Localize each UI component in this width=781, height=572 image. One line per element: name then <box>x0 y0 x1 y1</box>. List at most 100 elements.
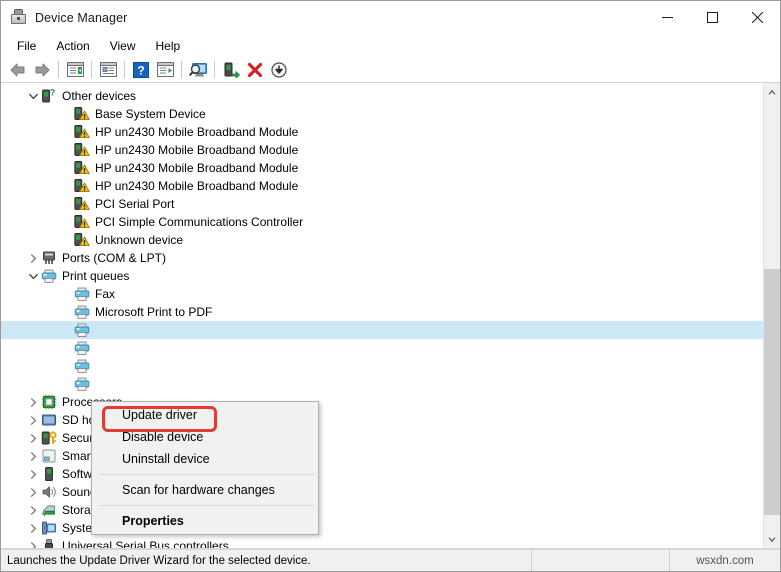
chevron-right-icon[interactable] <box>25 429 41 447</box>
processor-icon <box>41 394 57 410</box>
warning-device-icon <box>74 142 90 158</box>
toolbar: ? <box>1 57 780 83</box>
back-button[interactable] <box>6 59 30 81</box>
tree-item-label: Microsoft Print to PDF <box>95 305 213 319</box>
context-menu-item-disable-device[interactable]: Disable device <box>92 426 318 448</box>
warning-device-icon <box>74 124 90 140</box>
down-arrow-circle-icon[interactable] <box>267 59 291 81</box>
tree-item-label: Fax <box>95 287 116 301</box>
chevron-right-icon[interactable] <box>25 411 41 429</box>
context-menu-item-update-driver[interactable]: Update driver <box>92 404 318 426</box>
green-arrow-device-icon[interactable] <box>219 59 243 81</box>
status-bar: Launches the Update Driver Wizard for th… <box>1 549 780 571</box>
warning-device-icon <box>74 160 90 176</box>
tree-item[interactable] <box>1 321 763 339</box>
printer-icon <box>74 322 90 338</box>
warning-device-icon <box>74 232 90 248</box>
tree-item[interactable]: HP un2430 Mobile Broadband Module <box>1 123 763 141</box>
chevron-right-icon[interactable] <box>25 447 41 465</box>
close-button[interactable] <box>735 1 780 33</box>
tree-item-label: Other devices <box>62 89 137 103</box>
security-key-icon <box>41 430 57 446</box>
chevron-right-icon[interactable] <box>25 537 41 548</box>
tree-item-label: Unknown device <box>95 233 184 247</box>
monitor-magnifier-icon[interactable] <box>186 59 210 81</box>
tree-item[interactable]: ? Other devices <box>1 87 763 105</box>
chevron-right-icon[interactable] <box>25 393 41 411</box>
printer-icon <box>41 268 57 284</box>
warning-device-icon <box>74 196 90 212</box>
tree-item[interactable]: Ports (COM & LPT) <box>1 249 763 267</box>
scroll-up-arrow-icon[interactable] <box>764 83 780 100</box>
tree-item[interactable]: PCI Serial Port <box>1 195 763 213</box>
sd-host-icon <box>41 412 57 428</box>
menu-bar: File Action View Help <box>1 34 780 57</box>
menu-view[interactable]: View <box>100 36 146 56</box>
properties-window-icon[interactable] <box>96 59 120 81</box>
context-menu-item-uninstall-device[interactable]: Uninstall device <box>92 448 318 470</box>
tree-item[interactable]: Fax <box>1 285 763 303</box>
chevron-down-icon[interactable] <box>25 87 41 105</box>
tree-item-label: PCI Simple Communications Controller <box>95 215 304 229</box>
vertical-scrollbar[interactable] <box>763 83 780 548</box>
minimize-button[interactable] <box>645 1 690 33</box>
warning-device-icon <box>74 214 90 230</box>
chevron-right-icon[interactable] <box>25 483 41 501</box>
maximize-button[interactable] <box>690 1 735 33</box>
chevron-right-icon[interactable] <box>25 249 41 267</box>
speaker-icon <box>41 484 57 500</box>
device-manager-window: Device Manager File Action View Help ? ?… <box>0 0 781 572</box>
tree-item[interactable] <box>1 375 763 393</box>
menu-file[interactable]: File <box>7 36 46 56</box>
status-pane-secondary <box>532 550 669 571</box>
warning-device-icon <box>74 106 90 122</box>
tree-item[interactable]: HP un2430 Mobile Broadband Module <box>1 141 763 159</box>
device-manager-icon <box>10 9 27 26</box>
tree-item[interactable]: HP un2430 Mobile Broadband Module <box>1 177 763 195</box>
warning-device-icon <box>74 178 90 194</box>
context-menu-item-properties[interactable]: Properties <box>92 510 318 532</box>
console-tree-icon[interactable] <box>63 59 87 81</box>
title-bar: Device Manager <box>1 1 780 34</box>
menu-action[interactable]: Action <box>46 36 99 56</box>
tree-item[interactable]: Print queues <box>1 267 763 285</box>
usb-icon <box>41 538 57 548</box>
printer-icon <box>74 358 90 374</box>
tree-item[interactable]: Universal Serial Bus controllers <box>1 537 763 548</box>
menu-help[interactable]: Help <box>146 36 191 56</box>
tree-item[interactable]: Base System Device <box>1 105 763 123</box>
context-menu-separator <box>100 505 314 506</box>
port-icon <box>41 250 57 266</box>
tree-item[interactable] <box>1 339 763 357</box>
tree-item[interactable]: Unknown device <box>1 231 763 249</box>
tree-item[interactable]: PCI Simple Communications Controller <box>1 213 763 231</box>
scrollbar-thumb[interactable] <box>764 269 780 515</box>
forward-button[interactable] <box>30 59 54 81</box>
context-menu-item-scan-for-hardware-changes[interactable]: Scan for hardware changes <box>92 479 318 501</box>
tree-item[interactable]: HP un2430 Mobile Broadband Module <box>1 159 763 177</box>
scan-list-icon[interactable] <box>153 59 177 81</box>
chevron-right-icon[interactable] <box>25 519 41 537</box>
scroll-down-arrow-icon[interactable] <box>764 531 780 548</box>
chevron-right-icon[interactable] <box>25 501 41 519</box>
question-mark-icon[interactable]: ? <box>129 59 153 81</box>
tree-item[interactable]: Microsoft Print to PDF <box>1 303 763 321</box>
tree-item-label: PCI Serial Port <box>95 197 175 211</box>
tree-item-label: Print queues <box>62 269 130 283</box>
context-menu[interactable]: Update driver Disable device Uninstall d… <box>91 401 319 535</box>
tree-item-label: Universal Serial Bus controllers <box>62 539 229 548</box>
red-x-icon[interactable] <box>243 59 267 81</box>
chevron-right-icon[interactable] <box>25 465 41 483</box>
tree-item-label: Base System Device <box>95 107 206 121</box>
tree-item[interactable] <box>1 357 763 375</box>
chevron-down-icon[interactable] <box>25 267 41 285</box>
